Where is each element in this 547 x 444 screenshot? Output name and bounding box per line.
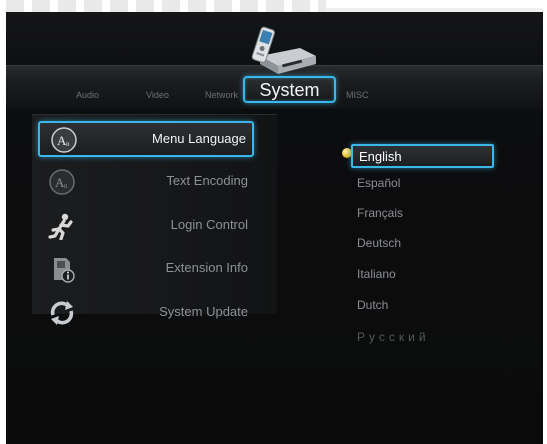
running-person-icon: [48, 213, 73, 240]
menu-item-text-encoding[interactable]: A n Text Encoding: [38, 165, 254, 201]
tab-system[interactable]: System: [243, 76, 336, 103]
text-encoding-icon: A n: [49, 169, 75, 195]
top-edge-artifact: [6, 0, 326, 12]
menu-item-system-update[interactable]: System Update: [38, 296, 254, 332]
language-option[interactable]: Français: [357, 206, 403, 220]
menu-item-label: Login Control: [170, 217, 248, 232]
menu-item-extension-info[interactable]: Extension Info: [38, 252, 254, 288]
menu-item-menu-language[interactable]: A n Menu Language: [38, 121, 254, 157]
menu-item-label: Menu Language: [152, 131, 246, 146]
menu-item-label: Extension Info: [165, 260, 248, 275]
language-option[interactable]: Italiano: [357, 267, 396, 281]
tab-network[interactable]: Network: [205, 90, 238, 100]
menu-item-label: Text Encoding: [166, 173, 248, 188]
language-icon: A n: [51, 127, 77, 153]
language-option[interactable]: Dutch: [357, 298, 388, 312]
language-option[interactable]: Español: [357, 176, 400, 190]
tab-video[interactable]: Video: [146, 90, 169, 100]
menu-item-login-control[interactable]: Login Control: [38, 209, 254, 245]
settings-screen: Audio Video Network System MISC A n Menu…: [6, 12, 543, 444]
language-option[interactable]: Deutsch: [357, 236, 401, 250]
menu-item-label: System Update: [159, 304, 248, 319]
svg-text:n: n: [64, 182, 68, 190]
svg-text:n: n: [66, 140, 70, 148]
tab-misc[interactable]: MISC: [346, 90, 369, 100]
tab-audio[interactable]: Audio: [76, 90, 99, 100]
language-option-selected[interactable]: English: [351, 144, 494, 168]
refresh-arrows-icon: [50, 301, 74, 325]
sd-card-info-icon: [54, 258, 75, 283]
system-device-icon: [251, 26, 316, 74]
language-option[interactable]: Русский: [357, 330, 430, 344]
language-label: English: [359, 149, 402, 164]
